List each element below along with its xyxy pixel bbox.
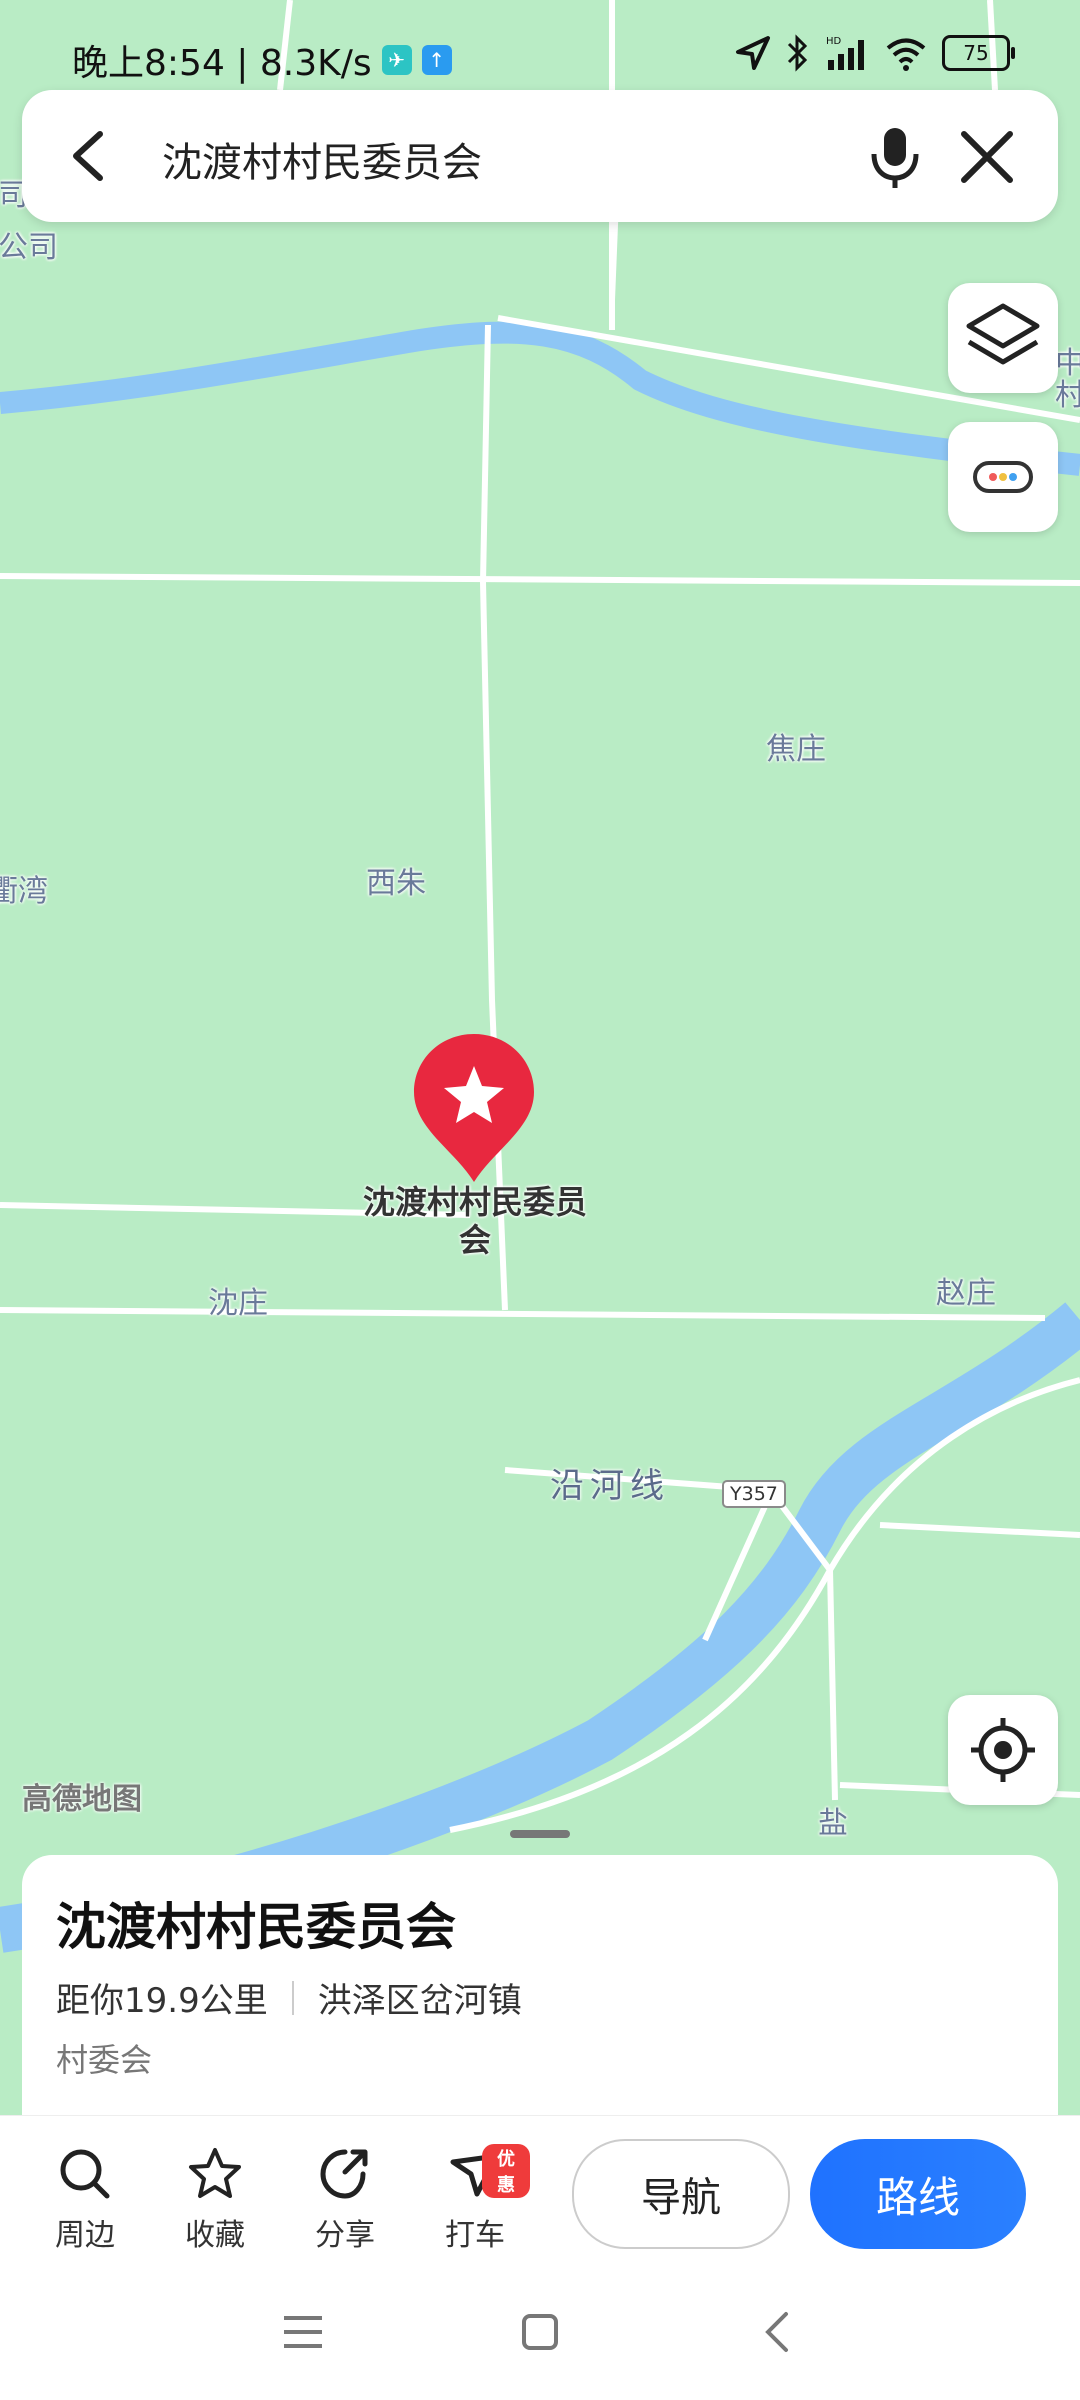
toolbox-icon [973,461,1033,493]
back-arrow-icon [73,131,103,181]
route-button[interactable]: 路线 [810,2139,1026,2249]
wifi-icon [886,38,926,71]
status-right: HD 75 [734,34,1015,72]
bluetooth-icon [787,34,808,72]
sheet-drag-handle[interactable] [510,1830,570,1838]
share-button[interactable]: 分享 [290,2144,400,2254]
locate-icon [971,1718,1035,1782]
taxi-button[interactable]: 优惠 打车 [420,2144,530,2254]
more-tools-button[interactable] [948,422,1058,532]
river-north [0,321,1080,476]
upload-icon: ↑ [421,45,452,75]
meta-divider [291,1980,294,2015]
system-navigation-bar [0,2270,1080,2400]
place-label-shenzhuang: 沈庄 [208,1286,268,1321]
favorite-label: 收藏 [185,2218,245,2253]
navigate-button[interactable]: 导航 [572,2139,790,2249]
river-south [0,1302,1080,1953]
battery-icon: 75 [942,35,1015,71]
svg-text:HD: HD [826,36,842,47]
notification-icon: ✈ [381,45,412,75]
star-icon [189,2148,241,2198]
poi-pin-icon [414,1034,534,1182]
road-shield: Y357 [722,1480,786,1508]
location-arrow-icon [736,36,770,70]
cellular-signal-icon: HD [826,36,864,70]
share-icon [320,2149,368,2199]
favorite-button[interactable]: 收藏 [160,2144,270,2254]
taxi-discount-badge: 优惠 [482,2144,530,2198]
map-watermark: 高德地图 [22,1782,142,1817]
search-query[interactable]: 沈渡村村民委员会 [162,130,482,188]
share-label: 分享 [315,2218,375,2253]
nearby-label: 周边 [55,2218,115,2253]
clear-search-button[interactable] [954,124,1020,190]
layers-icon [966,303,1040,365]
place-label-cun: 村 [1055,378,1080,413]
search-bar[interactable]: 沈渡村村民委员会 [22,90,1058,222]
menu-icon[interactable] [282,2312,324,2352]
place-label-quwan: 衢湾 [0,874,48,909]
place-region: 洪泽区岔河镇 [317,1981,522,2021]
search-icon [60,2149,110,2199]
taxi-label: 打车 [445,2218,505,2253]
place-distance: 距你19.9公里 [56,1981,268,2021]
place-title: 沈渡村村民委员会 [56,1898,456,1956]
back-button[interactable] [60,126,120,186]
poi-label: 沈渡村村民委员会 [362,1183,587,1259]
microphone-icon [871,128,919,188]
home-icon[interactable] [520,2312,560,2352]
status-left: 晚上8:54 | 8.3K/s ✈ ↑ [72,34,452,86]
place-label-yan: 盐 [818,1806,848,1841]
place-label-gongsi: 公司 [0,230,58,265]
back-nav-icon[interactable] [758,2310,798,2354]
status-time: 晚上8:54 | 8.3K/s [72,43,372,84]
place-label-zhaozhuang: 赵庄 [936,1276,996,1311]
road-name-label: 沿河线 [550,1466,670,1506]
action-bar: 周边 收藏 分享 优惠 打车 导航 路线 [0,2115,1080,2271]
voice-search-button[interactable] [860,122,930,192]
place-label-jiaozhuang: 焦庄 [766,732,826,767]
place-card[interactable]: 沈渡村村民委员会 距你19.9公里 洪泽区岔河镇 村委会 [22,1855,1058,2115]
poi-marker[interactable] [410,1030,538,1190]
close-icon [961,131,1013,183]
place-category: 村委会 [56,2041,153,2079]
my-location-button[interactable] [948,1695,1058,1805]
place-meta: 距你19.9公里 洪泽区岔河镇 [56,1973,522,2022]
nearby-button[interactable]: 周边 [30,2144,140,2254]
layers-button[interactable] [948,283,1058,393]
place-label-xizhu: 西朱 [366,866,426,901]
